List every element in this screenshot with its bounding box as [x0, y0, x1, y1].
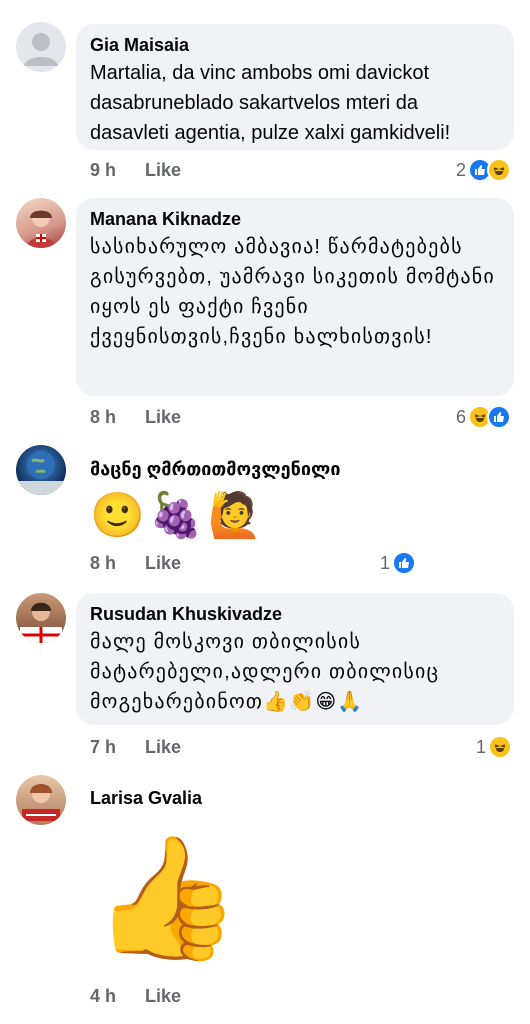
- haha-reaction-icon: [488, 735, 513, 759]
- commenter-name[interactable]: Gia Maisaia: [90, 34, 498, 56]
- commenter-name[interactable]: Manana Kiknadze: [90, 208, 498, 230]
- like-button[interactable]: Like: [145, 160, 181, 180]
- avatar[interactable]: [16, 775, 66, 825]
- profile-photo: [22, 784, 60, 821]
- commenter-name[interactable]: Larisa Gvalia: [90, 787, 202, 809]
- avatar[interactable]: [16, 445, 66, 495]
- comment-item: Gia Maisaia Martalia, da vinc ambobs omi…: [0, 0, 530, 190]
- comment-bubble: Manana Kiknadze სასიხარულო ამბავია! წარმ…: [76, 198, 514, 396]
- emoji: 🙋: [207, 491, 263, 540]
- comment-bubble: Rusudan Khuskivadze მალე მოსკოვი თბილისი…: [76, 593, 514, 725]
- comment-time[interactable]: 8 h: [90, 553, 116, 573]
- avatar[interactable]: [16, 22, 66, 72]
- reaction-count: 1: [380, 552, 391, 573]
- like-button[interactable]: Like: [145, 986, 181, 1006]
- comment-text: სასიხარულო ამბავია! წარმატებებს გისურვებ…: [90, 236, 495, 348]
- reaction-count: 2: [456, 159, 467, 180]
- like-reaction-icon: [392, 551, 417, 575]
- profile-photo: [26, 209, 56, 248]
- reaction-summary[interactable]: 2: [456, 158, 512, 182]
- comment-text: Martalia, da vinc ambobs omi davickot da…: [90, 62, 451, 144]
- profile-photo: [20, 602, 62, 643]
- haha-reaction-icon: [487, 158, 512, 182]
- comment-bubble: Gia Maisaia Martalia, da vinc ambobs omi…: [76, 24, 514, 150]
- commenter-name[interactable]: მაცნე ღმრთითმოვლენილი: [90, 458, 341, 480]
- avatar[interactable]: [16, 198, 66, 248]
- reaction-summary[interactable]: 1: [380, 551, 417, 575]
- like-reaction-icon: [487, 405, 512, 429]
- comment-item: მაცნე ღმრთითმოვლენილი 🙂🍇🙋 8 h Like 1: [0, 435, 530, 585]
- comment-item: Rusudan Khuskivadze მალე მოსკოვი თბილისი…: [0, 585, 530, 765]
- reaction-summary[interactable]: 1: [476, 735, 513, 759]
- comment-time[interactable]: 8 h: [90, 407, 116, 427]
- comment-actions: 4 h Like: [90, 986, 205, 1007]
- reaction-count: 1: [476, 736, 487, 757]
- comment-item: Larisa Gvalia 👍 4 h Like: [0, 765, 530, 1024]
- reaction-summary[interactable]: 6: [456, 405, 512, 429]
- comment-item: Manana Kiknadze სასიხარულო ამბავია! წარმ…: [0, 190, 530, 435]
- comment-actions: 9 h Like: [90, 160, 205, 181]
- commenter-name[interactable]: Rusudan Khuskivadze: [90, 603, 498, 625]
- comment-time[interactable]: 9 h: [90, 160, 116, 180]
- emoji-row: 🙂🍇🙋: [90, 491, 266, 541]
- profile-photo: [16, 451, 66, 495]
- comment-actions: 8 h Like: [90, 407, 205, 428]
- emoji: 🙂: [90, 491, 145, 540]
- default-avatar-icon: [24, 33, 58, 66]
- comment-actions: 7 h Like: [90, 737, 205, 758]
- comment-actions: 8 h Like: [90, 553, 205, 574]
- avatar[interactable]: [16, 593, 66, 643]
- sticker: 👍: [92, 831, 242, 965]
- comment-time[interactable]: 4 h: [90, 986, 116, 1006]
- comment-time[interactable]: 7 h: [90, 737, 116, 757]
- reaction-count: 6: [456, 406, 467, 427]
- like-button[interactable]: Like: [145, 553, 181, 573]
- comment-text: მალე მოსკოვი თბილისის მატარებელი,ადლერი …: [90, 631, 440, 713]
- like-button[interactable]: Like: [145, 407, 181, 427]
- like-button[interactable]: Like: [145, 737, 181, 757]
- emoji: 🍇: [148, 491, 204, 540]
